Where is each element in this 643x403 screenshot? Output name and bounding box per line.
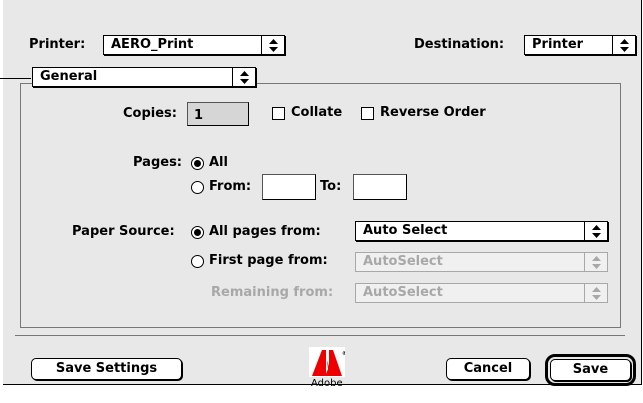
pages-all-label: All [209,155,228,170]
first-page-popup: AutoSelect [355,252,608,272]
all-pages-popup[interactable]: Auto Select [355,221,608,241]
leader-line [0,78,31,79]
reverse-order-label: Reverse Order [380,105,486,120]
adobe-logo-text: Adobe [311,378,343,389]
collate-label: Collate [291,105,343,120]
all-pages-label: All pages from: [209,224,321,239]
copies-value: 1 [194,108,204,123]
printer-popup[interactable]: AERO_Print [103,35,285,55]
pages-to-label: To: [320,179,342,194]
pages-from-field[interactable] [262,174,316,200]
paper-source-label: Paper Source: [72,224,175,239]
cancel-label: Cancel [463,361,513,376]
save-label: Save [572,362,609,377]
printer-label: Printer: [29,37,86,52]
remaining-label: Remaining from: [211,285,334,300]
destination-label: Destination: [414,37,505,52]
adobe-logo-icon: ® Adobe [306,344,350,394]
save-button[interactable]: Save [545,354,636,386]
all-pages-value: Auto Select [363,223,448,238]
updown-arrows-icon [584,284,607,302]
pages-from-label: From: [209,179,252,194]
first-page-value: AutoSelect [363,254,443,269]
updown-arrows-icon [584,222,607,240]
first-page-label: First page from: [209,253,328,268]
destination-value: Printer [532,37,584,52]
panel-popup-value: General [40,69,98,84]
remaining-value: AutoSelect [363,285,443,300]
updown-arrows-icon [261,36,284,54]
updown-arrows-icon [232,68,255,86]
cancel-button[interactable]: Cancel [446,358,530,380]
reverse-order-checkbox[interactable] [361,107,374,120]
save-settings-label: Save Settings [55,361,158,376]
pages-to-field[interactable] [353,174,407,200]
all-pages-radio[interactable] [191,226,204,239]
pages-from-radio[interactable] [191,181,204,194]
printer-value: AERO_Print [111,37,194,52]
first-page-radio[interactable] [191,255,204,268]
updown-arrows-icon [584,253,607,271]
copies-field[interactable]: 1 [187,102,249,126]
destination-popup[interactable]: Printer [524,35,636,55]
collate-checkbox[interactable] [272,107,285,120]
pages-all-radio[interactable] [191,157,204,170]
remaining-popup: AutoSelect [355,283,608,303]
pages-label: Pages: [133,155,183,170]
panel-popup[interactable]: General [32,67,256,87]
updown-arrows-icon [612,36,635,54]
save-settings-button[interactable]: Save Settings [31,358,182,380]
svg-text:®: ® [342,351,345,357]
footer-separator [15,335,625,336]
copies-label: Copies: [123,106,177,121]
